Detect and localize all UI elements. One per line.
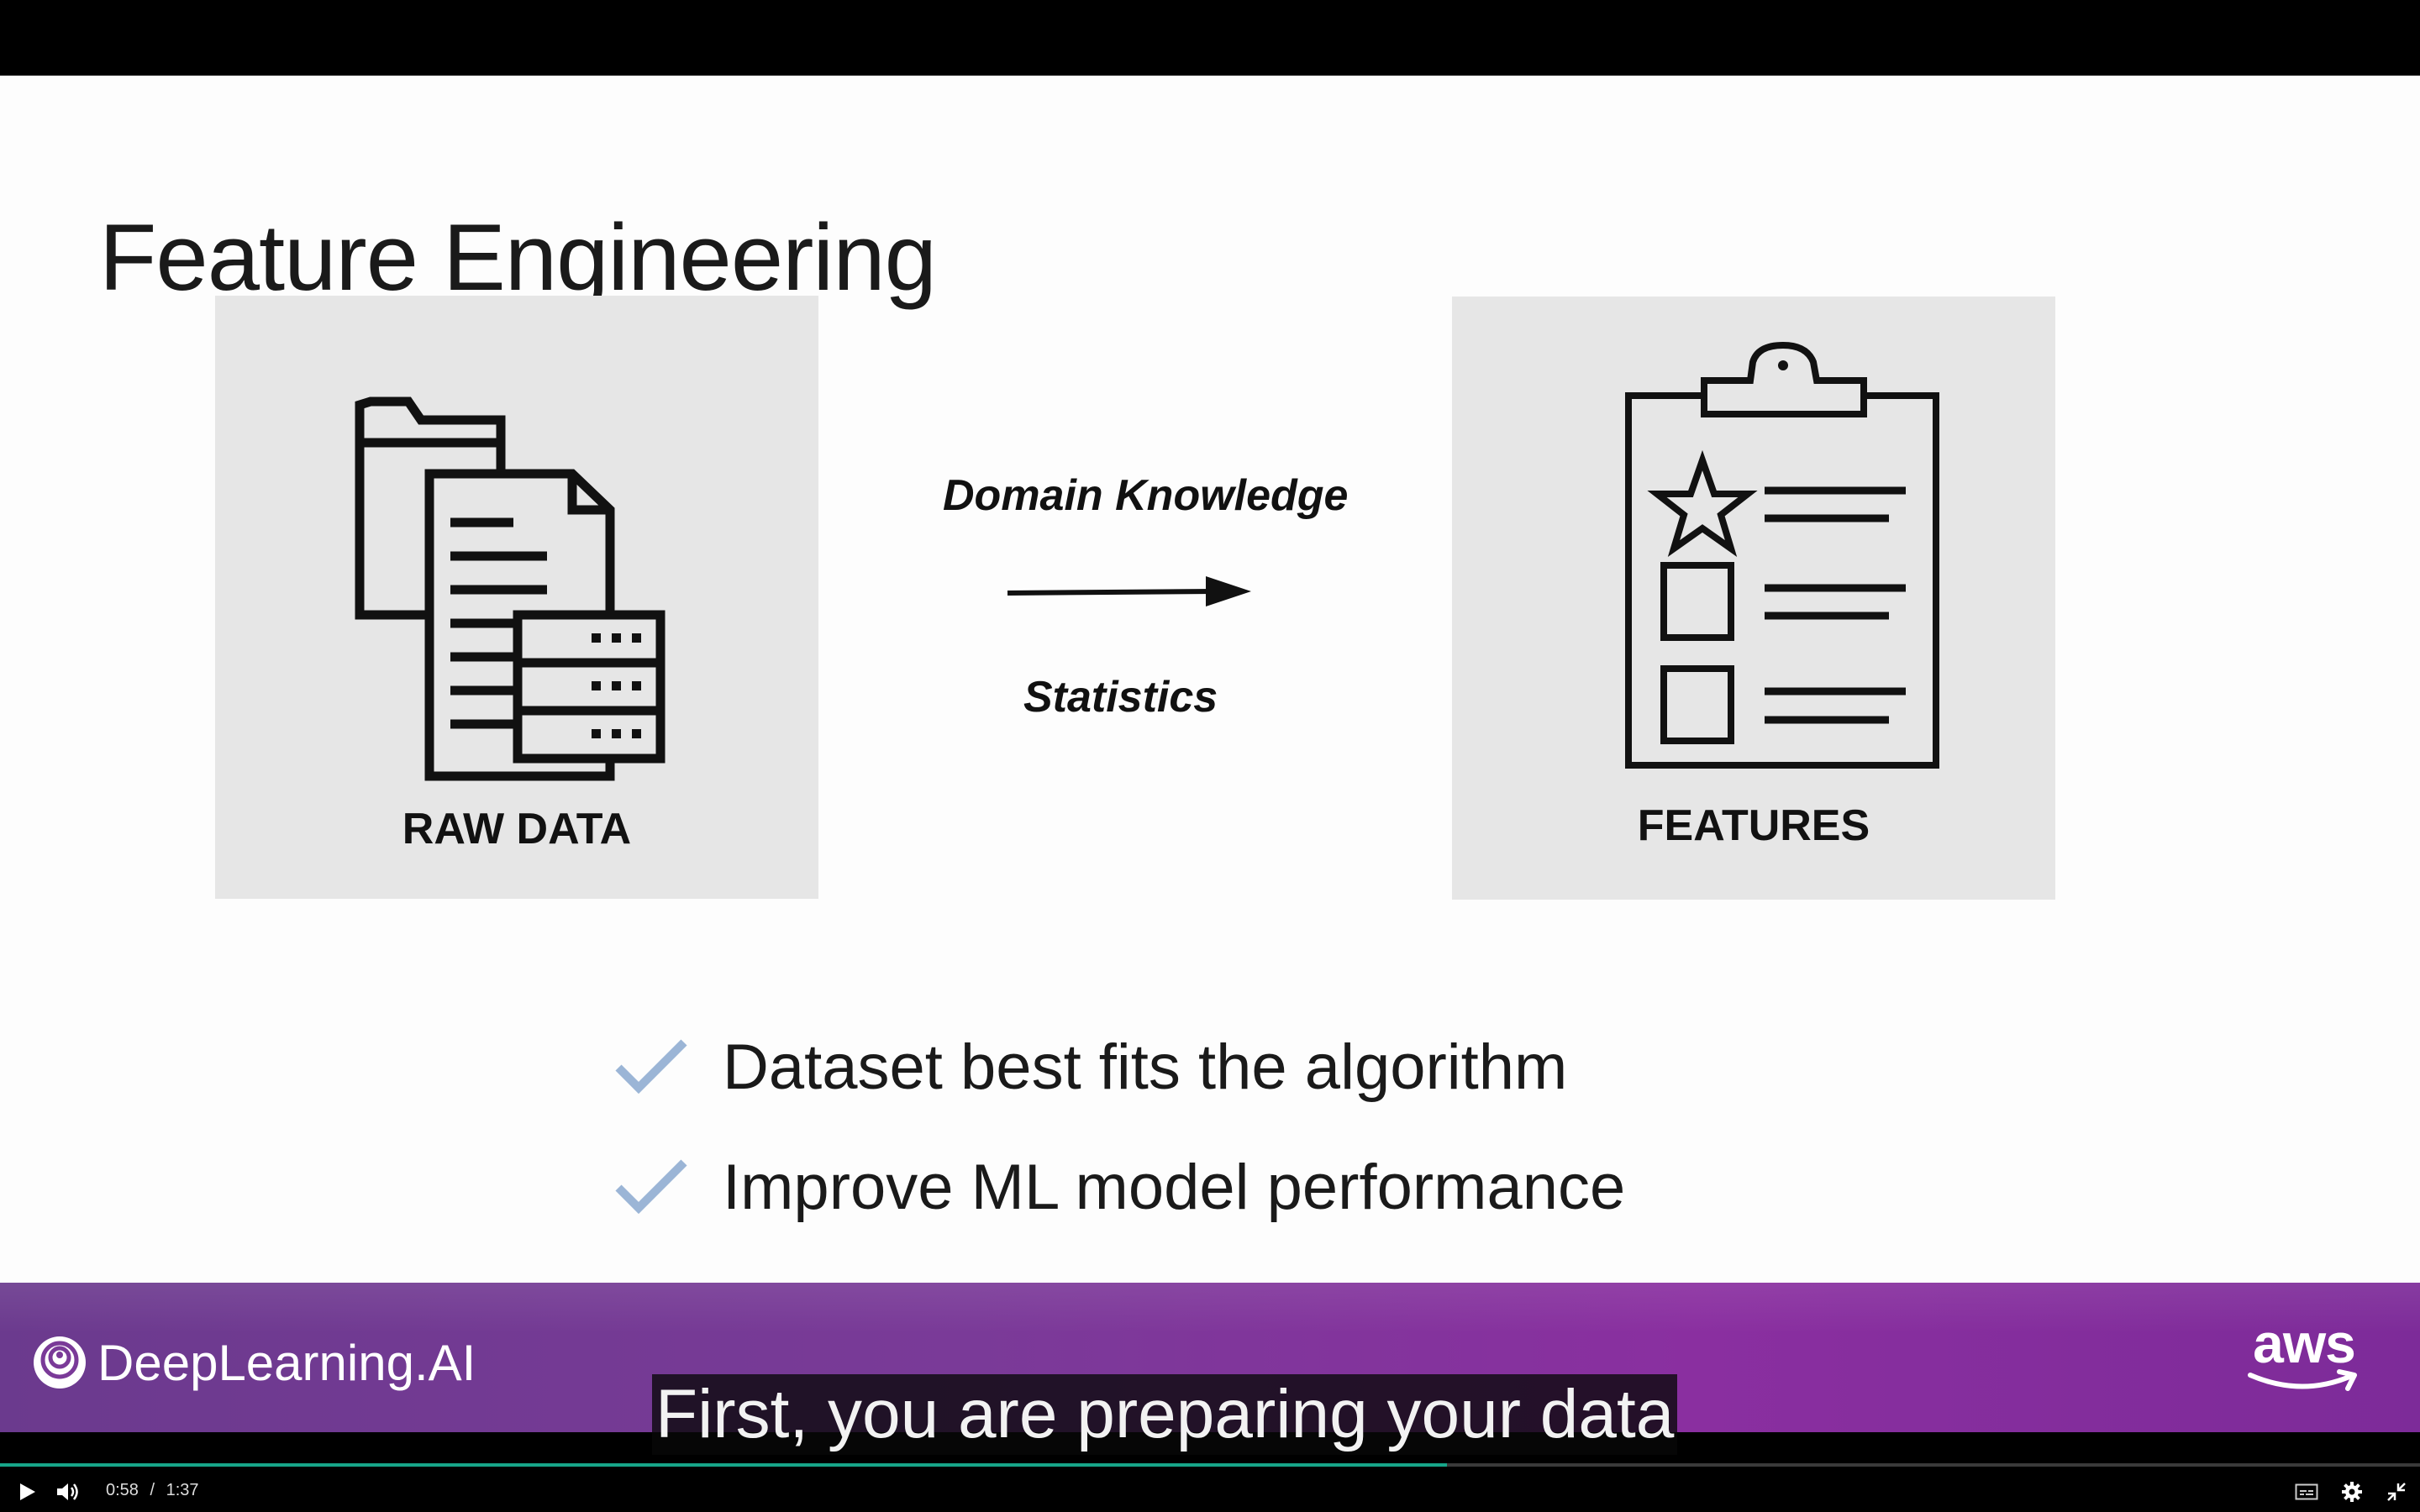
aws-logo: aws — [2245, 1312, 2363, 1394]
deeplearning-ai-logo: DeepLearning.AI — [30, 1333, 476, 1392]
checkmark-icon — [615, 1159, 687, 1215]
player-controls — [0, 1462, 2420, 1512]
right-arrow-icon — [1007, 576, 1251, 606]
features-label: FEATURES — [1637, 801, 1870, 850]
brand-bar-wave — [0, 1283, 2420, 1333]
closed-captions-icon — [2295, 1483, 2318, 1500]
deeplearning-ai-logo-icon — [34, 1336, 86, 1389]
time-separator: / — [150, 1481, 155, 1499]
play-icon — [20, 1483, 35, 1500]
time-display: 0:58 / 1:37 — [106, 1481, 199, 1500]
checkmark-icon — [615, 1039, 687, 1095]
aws-smile-icon — [2248, 1369, 2357, 1391]
closed-captions-button[interactable] — [2294, 1478, 2319, 1505]
aws-logo-text: aws — [2253, 1312, 2356, 1374]
volume-button[interactable] — [54, 1478, 82, 1505]
play-button[interactable] — [15, 1478, 40, 1505]
clipboard-checklist-icon — [1625, 341, 1939, 769]
progress-fill — [0, 1463, 1448, 1467]
gear-icon — [2342, 1482, 2362, 1502]
duration: 1:37 — [166, 1481, 199, 1499]
raw-data-icon — [355, 396, 666, 781]
arrow-bottom-label: Statistics — [1023, 673, 1218, 722]
subtitle-caption: First, you are preparing your data — [652, 1374, 1678, 1455]
bullet-item: Dataset best fits the algorithm — [613, 1021, 1567, 1113]
bullet-text: Improve ML model performance — [723, 1151, 1626, 1223]
arrow-top-label: Domain Knowledge — [943, 471, 1349, 520]
bullet-text: Dataset best fits the algorithm — [723, 1031, 1568, 1103]
deeplearning-ai-logo-text: DeepLearning.AI — [97, 1334, 476, 1391]
settings-button[interactable] — [2339, 1478, 2365, 1505]
volume-icon — [57, 1483, 78, 1500]
features-panel: FEATURES — [1452, 297, 2055, 900]
exit-fullscreen-button[interactable] — [2385, 1478, 2408, 1505]
raw-data-panel: RAW DATA — [215, 296, 818, 899]
progress-bar[interactable] — [0, 1463, 2420, 1467]
slide: Feature Engineering RAW DATA Domain Know… — [0, 76, 2420, 1283]
video-player[interactable]: Feature Engineering RAW DATA Domain Know… — [0, 0, 2420, 1512]
exit-fullscreen-icon — [2387, 1483, 2406, 1501]
current-time: 0:58 — [106, 1481, 139, 1499]
raw-data-label: RAW DATA — [402, 805, 632, 853]
bullet-item: Improve ML model performance — [613, 1141, 1625, 1233]
